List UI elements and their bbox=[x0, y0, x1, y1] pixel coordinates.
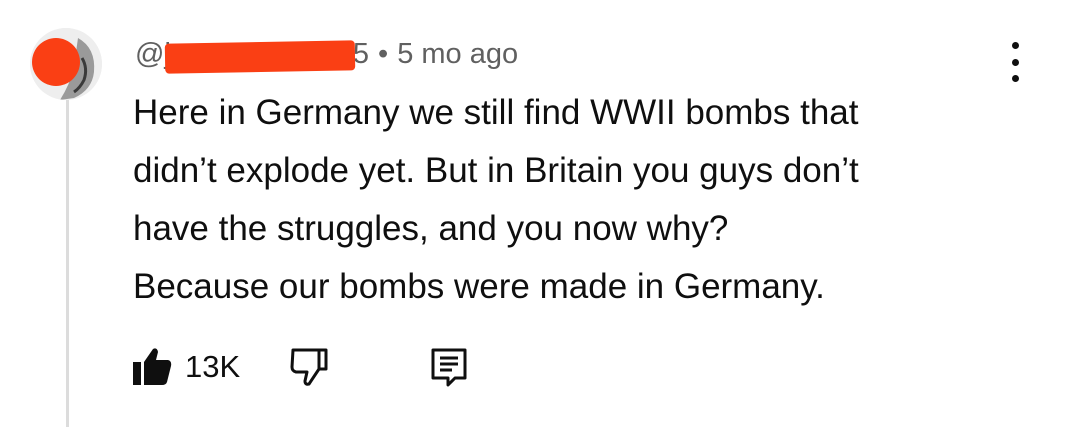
like-button[interactable] bbox=[131, 345, 173, 387]
thumb-up-filled-icon bbox=[133, 348, 172, 385]
comment-body: Here in Germany we still find WWII bombs… bbox=[133, 84, 1013, 316]
redaction-mark bbox=[164, 39, 356, 74]
thumb-down-outline-icon bbox=[290, 348, 328, 386]
comment-line: Because our bombs were made in Germany. bbox=[133, 267, 825, 306]
comment-timestamp[interactable]: 5 mo ago bbox=[397, 38, 518, 71]
vertical-dots-icon bbox=[1011, 75, 1019, 82]
author-handle[interactable]: @j 5 bbox=[135, 37, 370, 74]
reply-button[interactable] bbox=[429, 347, 469, 387]
avatar-redaction bbox=[32, 38, 80, 86]
comment-icon bbox=[431, 348, 467, 387]
comment-line: didn’t explode yet. But in Britain you g… bbox=[133, 151, 859, 190]
meta-separator: • bbox=[378, 37, 389, 70]
avatar[interactable] bbox=[30, 28, 102, 100]
dislike-button[interactable] bbox=[289, 347, 329, 387]
vertical-dots-icon bbox=[1011, 42, 1019, 49]
author-handle-suffix: 5 bbox=[352, 37, 370, 70]
avatar-image bbox=[30, 28, 102, 100]
comment-line: have the struggles, and you now why? bbox=[133, 209, 729, 248]
vertical-dots-icon bbox=[1011, 58, 1019, 66]
like-count: 13K bbox=[185, 349, 241, 384]
comment-meta: @j 5 • 5 mo ago bbox=[135, 34, 518, 74]
reply-thread-line bbox=[66, 100, 69, 427]
more-options-button[interactable] bbox=[1000, 42, 1030, 82]
comment-line: Here in Germany we still find WWII bombs… bbox=[133, 93, 859, 132]
